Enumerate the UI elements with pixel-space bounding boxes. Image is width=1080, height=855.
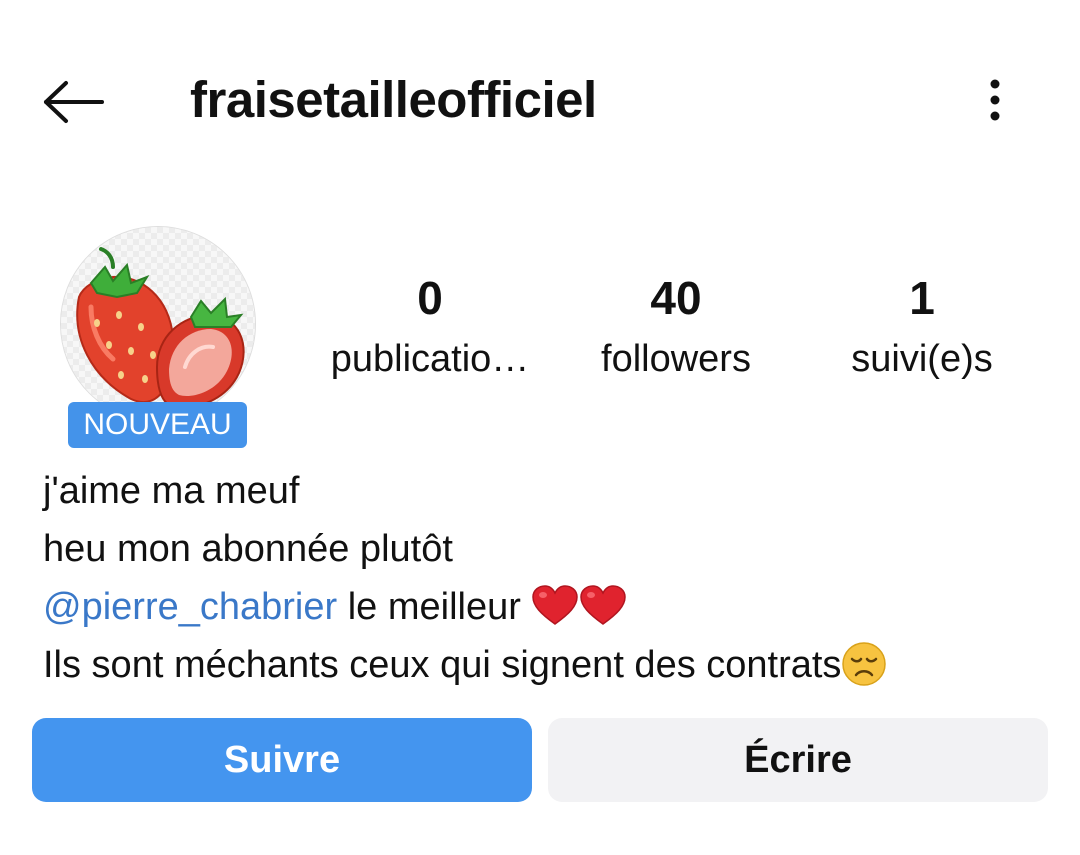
stat-following-label: suivi(e)s — [851, 338, 993, 380]
bio-line-3-text: le meilleur — [337, 586, 532, 628]
avatar[interactable] — [60, 226, 256, 422]
stat-posts-label: publicatio… — [330, 338, 530, 380]
profile-page: fraisetailleofficiel NOUVEAU 0 publicati… — [0, 0, 1080, 855]
back-button[interactable] — [40, 72, 106, 132]
bio-line-1: j'aime ma meuf — [43, 470, 300, 512]
bio-line-2: heu mon abonnée plutôt — [43, 528, 453, 570]
profile-bio: j'aime ma meuf heu mon abonnée plutôt @p… — [43, 462, 1043, 694]
stat-posts[interactable]: 0 publicatio… — [310, 270, 550, 384]
arrow-left-icon — [44, 81, 104, 123]
red-heart-icon — [532, 585, 579, 625]
stat-followers[interactable]: 40 followers — [556, 270, 796, 384]
profile-avatar-container[interactable]: NOUVEAU — [60, 226, 256, 448]
profile-username: fraisetailleofficiel — [190, 71, 597, 128]
disappointed-face-icon — [842, 642, 887, 686]
bio-mention-link[interactable]: @pierre_chabrier — [43, 586, 337, 628]
profile-header: fraisetailleofficiel — [0, 0, 1080, 200]
stat-posts-count: 0 — [417, 272, 443, 324]
more-vertical-icon — [990, 79, 1000, 121]
message-button[interactable]: Écrire — [548, 718, 1048, 802]
red-heart-icon — [580, 585, 627, 625]
stat-following-count: 1 — [909, 272, 935, 324]
more-options-button[interactable] — [970, 70, 1020, 130]
stat-followers-label: followers — [601, 338, 751, 380]
bio-line-4-text: Ils sont méchants ceux qui signent des c… — [43, 644, 842, 686]
bio-line-3: @pierre_chabrier le meilleur — [43, 578, 1043, 636]
new-account-badge: NOUVEAU — [68, 402, 247, 448]
follow-button[interactable]: Suivre — [32, 718, 532, 802]
stat-following[interactable]: 1 suivi(e)s — [802, 270, 1042, 384]
bio-line-4: Ils sont méchants ceux qui signent des c… — [43, 636, 1043, 694]
strawberry-avatar-icon — [61, 227, 255, 421]
stat-followers-count: 40 — [650, 272, 702, 324]
